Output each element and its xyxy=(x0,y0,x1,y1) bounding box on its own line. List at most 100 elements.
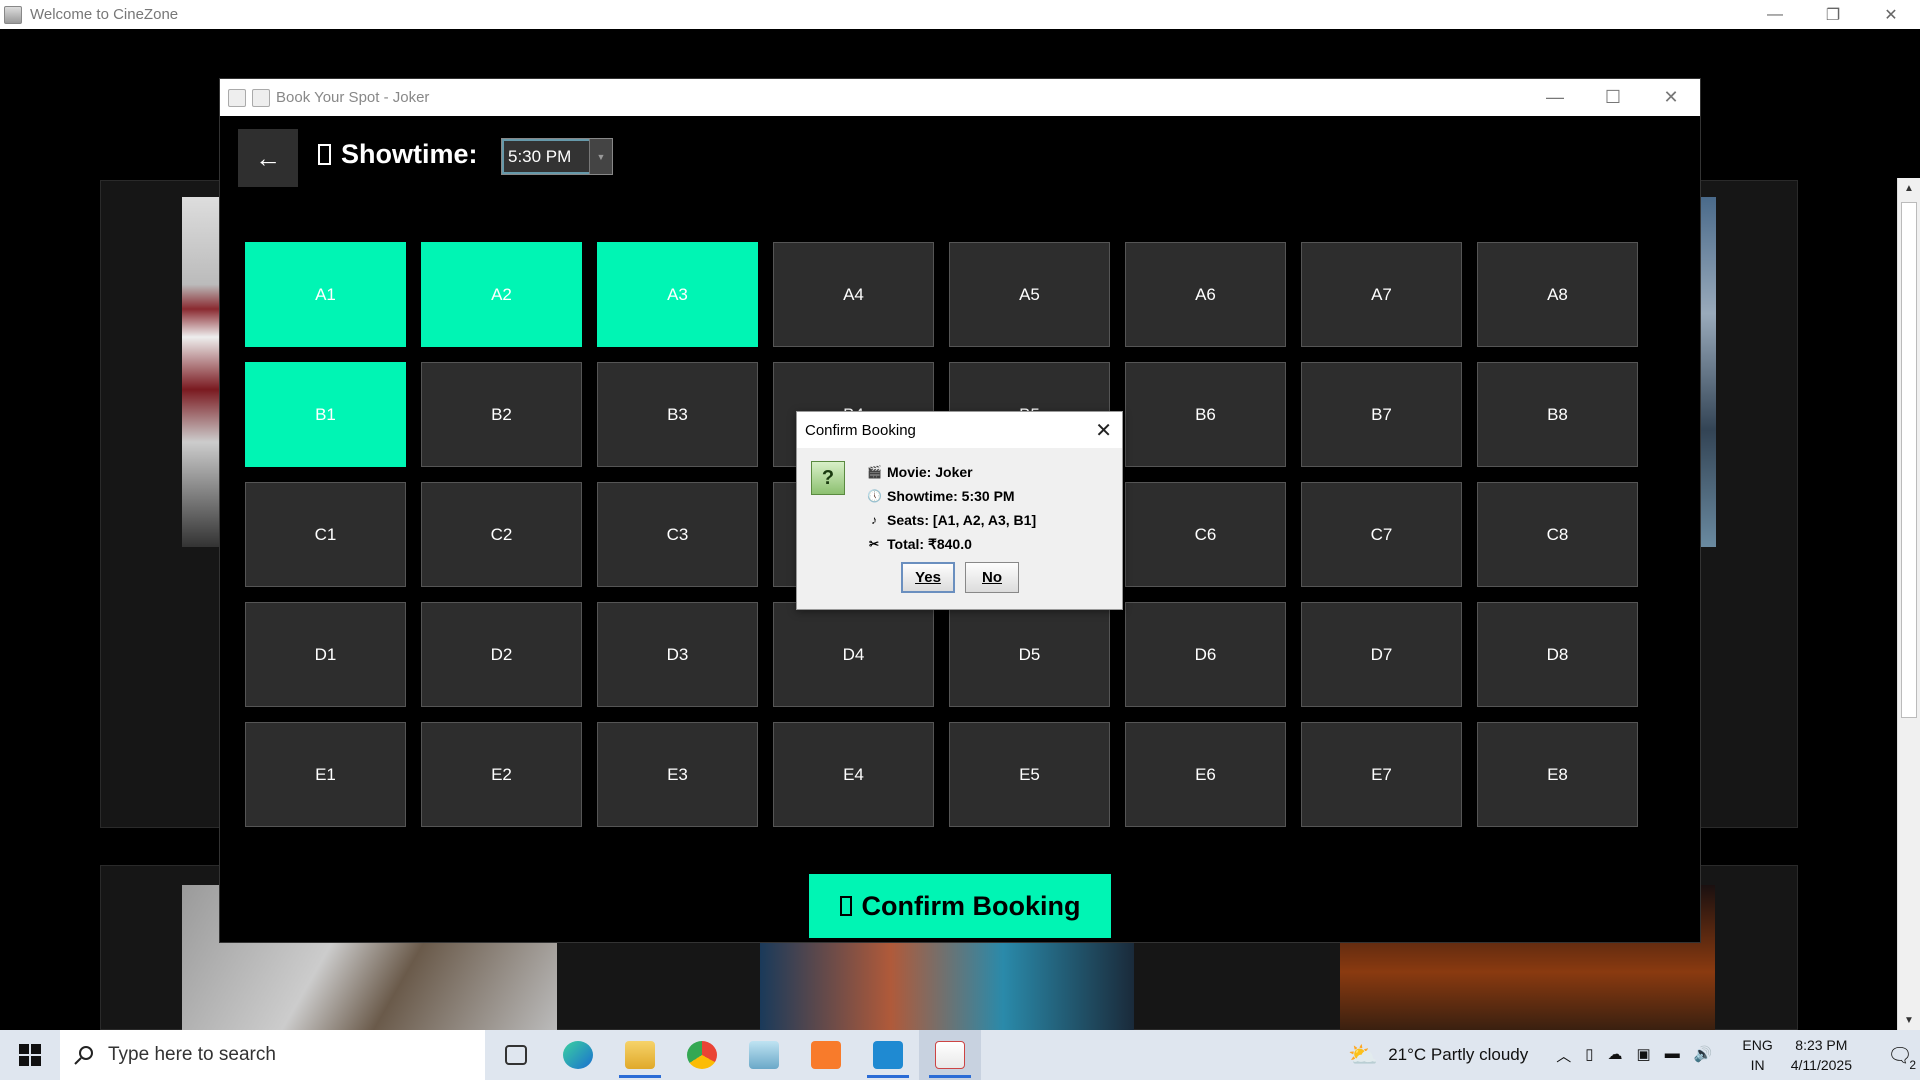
search-icon xyxy=(74,1046,93,1065)
seat-a1[interactable]: A1 xyxy=(245,242,406,347)
seat-d6[interactable]: D6 xyxy=(1125,602,1286,707)
main-window-title: Welcome to CineZone xyxy=(30,6,179,23)
java-app-icon xyxy=(4,5,22,24)
onedrive-icon[interactable]: ☁ xyxy=(1608,1045,1623,1066)
seat-c1[interactable]: C1 xyxy=(245,482,406,587)
no-button-label: No xyxy=(982,569,1002,586)
weather-widget[interactable]: ⛅ 21°C Partly cloudy xyxy=(1348,1041,1528,1070)
close-button[interactable]: ✕ xyxy=(1862,0,1920,29)
seat-a8[interactable]: A8 xyxy=(1477,242,1638,347)
seat-a3[interactable]: A3 xyxy=(597,242,758,347)
confirm-dialog-titlebar: Confirm Booking ✕ xyxy=(797,412,1122,448)
seat-d7[interactable]: D7 xyxy=(1301,602,1462,707)
seat-e7[interactable]: E7 xyxy=(1301,722,1462,827)
seat-b8[interactable]: B8 xyxy=(1477,362,1638,467)
meet-icon[interactable]: ▯ xyxy=(1585,1045,1593,1066)
language-indicator[interactable]: ENG IN xyxy=(1742,1035,1772,1075)
clock-date: 4/11/2025 xyxy=(1790,1057,1852,1073)
seat-e6[interactable]: E6 xyxy=(1125,722,1286,827)
scroll-thumb[interactable] xyxy=(1901,202,1917,718)
seat-d4[interactable]: D4 xyxy=(773,602,934,707)
notepad-icon[interactable] xyxy=(733,1030,795,1080)
chrome-icon[interactable] xyxy=(671,1030,733,1080)
weather-text: 21°C Partly cloudy xyxy=(1388,1045,1529,1064)
scroll-up-icon[interactable]: ▲ xyxy=(1898,178,1920,198)
seat-e2[interactable]: E2 xyxy=(421,722,582,827)
seat-b2[interactable]: B2 xyxy=(421,362,582,467)
seat-c7[interactable]: C7 xyxy=(1301,482,1462,587)
seat-a4[interactable]: A4 xyxy=(773,242,934,347)
seat-a6[interactable]: A6 xyxy=(1125,242,1286,347)
movie-poster[interactable] xyxy=(760,943,1134,1030)
scroll-down-icon[interactable]: ▼ xyxy=(1898,1010,1920,1030)
seat-c8[interactable]: C8 xyxy=(1477,482,1638,587)
seat-e8[interactable]: E8 xyxy=(1477,722,1638,827)
chevron-down-icon[interactable]: ▼ xyxy=(589,139,612,174)
yes-button[interactable]: Yes xyxy=(901,562,955,593)
start-button[interactable] xyxy=(0,1030,60,1080)
seat-e1[interactable]: E1 xyxy=(245,722,406,827)
minimize-button[interactable]: — xyxy=(1526,79,1584,116)
main-window-titlebar: Welcome to CineZone — ❐ ✕ xyxy=(0,0,1920,29)
seat-c2[interactable]: C2 xyxy=(421,482,582,587)
seat-d5[interactable]: D5 xyxy=(949,602,1110,707)
detail-line: ✂ Total: ₹840.0 xyxy=(867,532,1036,556)
volume-icon[interactable]: 🔊 xyxy=(1694,1045,1713,1066)
restore-button[interactable]: ❐ xyxy=(1804,0,1862,29)
file-explorer-icon[interactable] xyxy=(609,1030,671,1080)
detail-text: Total: ₹840.0 xyxy=(887,535,972,552)
showtime-select-value[interactable]: 5:30 PM xyxy=(502,139,589,174)
seat-c6[interactable]: C6 xyxy=(1125,482,1286,587)
confirm-dialog-title: Confirm Booking xyxy=(805,421,916,439)
clapper-icon: 🎬 xyxy=(867,465,882,479)
system-tray: ⛅ 21°C Partly cloudy ︿ ▯ ☁ ▣ ▬ 🔊 ENG IN … xyxy=(1348,1030,1920,1080)
booking-window-controls: — ☐ ✕ xyxy=(1526,79,1700,116)
seat-d1[interactable]: D1 xyxy=(245,602,406,707)
seat-a2[interactable]: A2 xyxy=(421,242,582,347)
seat-e5[interactable]: E5 xyxy=(949,722,1110,827)
chevron-up-icon[interactable]: ︿ xyxy=(1556,1045,1571,1066)
language-bottom: IN xyxy=(1750,1057,1765,1073)
seat-a5[interactable]: A5 xyxy=(949,242,1110,347)
seat-d3[interactable]: D3 xyxy=(597,602,758,707)
vscode-icon[interactable] xyxy=(857,1030,919,1080)
confirm-booking-button[interactable]: Confirm Booking xyxy=(809,874,1111,938)
battery-icon[interactable]: ▬ xyxy=(1665,1045,1680,1066)
detail-text: Movie: Joker xyxy=(887,464,973,480)
detail-line: ♪ Seats: [A1, A2, A3, B1] xyxy=(867,508,1036,532)
question-icon: ? xyxy=(811,461,845,495)
notification-center-icon[interactable]: 🗨 2 xyxy=(1880,1030,1920,1080)
java-app-icon xyxy=(228,88,246,107)
seat-c3[interactable]: C3 xyxy=(597,482,758,587)
confirm-dialog-details: 🎬 Movie: Joker 🕔 Showtime: 5:30 PM ♪ Seats: [… xyxy=(867,460,1036,556)
close-button[interactable]: ✕ xyxy=(1642,79,1700,116)
back-button[interactable]: ← xyxy=(238,129,298,187)
partly-cloudy-icon: ⛅ xyxy=(1348,1041,1379,1069)
seat-icon: ♪ xyxy=(871,513,877,527)
seat-b1[interactable]: B1 xyxy=(245,362,406,467)
minimize-button[interactable]: — xyxy=(1746,0,1804,29)
seat-d2[interactable]: D2 xyxy=(421,602,582,707)
task-view-icon[interactable] xyxy=(485,1030,547,1080)
maximize-button[interactable]: ☐ xyxy=(1584,79,1642,116)
seat-b7[interactable]: B7 xyxy=(1301,362,1462,467)
showtime-select[interactable]: 5:30 PM ▼ xyxy=(501,138,613,175)
close-icon[interactable]: ✕ xyxy=(1095,418,1112,443)
vertical-scrollbar[interactable]: ▲ ▼ xyxy=(1897,178,1920,1030)
cast-icon[interactable]: ▣ xyxy=(1637,1045,1651,1066)
xampp-icon[interactable] xyxy=(795,1030,857,1080)
taskbar-search[interactable]: Type here to search xyxy=(60,1030,485,1080)
seat-d8[interactable]: D8 xyxy=(1477,602,1638,707)
seat-b3[interactable]: B3 xyxy=(597,362,758,467)
seat-e3[interactable]: E3 xyxy=(597,722,758,827)
clock[interactable]: 8:23 PM 4/11/2025 xyxy=(1791,1035,1852,1075)
movie-poster[interactable] xyxy=(1700,197,1716,547)
no-button[interactable]: No xyxy=(965,562,1019,593)
money-icon: ✂ xyxy=(868,537,880,551)
movie-poster[interactable] xyxy=(182,197,220,547)
seat-b6[interactable]: B6 xyxy=(1125,362,1286,467)
seat-a7[interactable]: A7 xyxy=(1301,242,1462,347)
seat-e4[interactable]: E4 xyxy=(773,722,934,827)
java-icon[interactable] xyxy=(919,1030,981,1080)
edge-icon[interactable] xyxy=(547,1030,609,1080)
